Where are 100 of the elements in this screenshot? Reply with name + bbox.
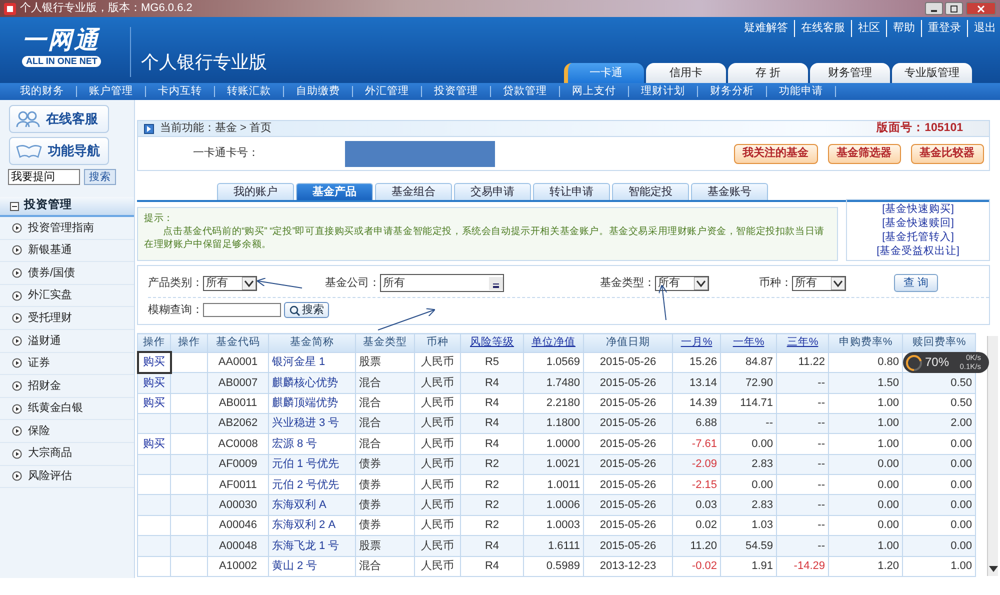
menu-item[interactable]: 账户管理 bbox=[77, 86, 146, 97]
header-link[interactable]: 在线客服 bbox=[801, 20, 845, 36]
arrow bbox=[256, 278, 302, 288]
header-tab[interactable]: 财务管理 bbox=[810, 63, 890, 83]
sidebar-item[interactable]: 债券/国债 bbox=[0, 262, 134, 285]
menu-item[interactable]: 网上支付 bbox=[560, 86, 629, 97]
logo: 一网通 bbox=[22, 29, 101, 53]
filter-label: 币种： bbox=[759, 276, 792, 291]
table-cell: -7.61 bbox=[672, 434, 720, 454]
table-cell: -- bbox=[776, 372, 828, 394]
query-button[interactable]: 查 询 bbox=[894, 274, 938, 292]
quick-link[interactable]: [基金快速购买] bbox=[882, 202, 954, 216]
table-cell: AB2062 bbox=[208, 413, 268, 434]
dropdown[interactable]: 所有 bbox=[203, 276, 257, 290]
action-button[interactable]: 基金筛选器 bbox=[828, 144, 900, 164]
sidebar-section-header[interactable]: 投资管理 bbox=[0, 197, 134, 217]
dropdown[interactable]: 所有 bbox=[380, 274, 504, 292]
table-cell: 麒麟顶端优势 bbox=[268, 393, 356, 414]
menu-item[interactable]: 贷款管理 bbox=[491, 86, 560, 97]
fund-tab[interactable]: 基金产品 bbox=[296, 183, 373, 200]
menu-item[interactable]: 我的财务 bbox=[8, 86, 77, 97]
table-cell: 1.0021 bbox=[524, 454, 584, 475]
header-tab[interactable]: 信用卡 bbox=[646, 63, 726, 83]
sidebar-item[interactable]: 新银基通 bbox=[0, 240, 134, 262]
column-header[interactable]: 风险等级 bbox=[460, 334, 524, 352]
header-link[interactable]: 帮助 bbox=[893, 20, 915, 36]
menu-item[interactable]: 外汇管理 bbox=[353, 86, 422, 97]
minimize-button[interactable] bbox=[924, 2, 942, 15]
table-cell: 0.00 bbox=[902, 434, 976, 454]
buy-link[interactable]: 购买 bbox=[143, 356, 165, 368]
table-cell: 混合 bbox=[356, 434, 414, 454]
sidebar-item[interactable]: 大宗商品 bbox=[0, 442, 134, 466]
menu-item[interactable]: 自助缴费 bbox=[284, 86, 353, 97]
action-button[interactable]: 基金比较器 bbox=[910, 144, 984, 164]
table-cell: 兴业稳进 3 号 bbox=[268, 413, 356, 434]
header-tab[interactable]: 存 折 bbox=[728, 63, 808, 83]
sidebar-item[interactable]: 受托理财 bbox=[0, 307, 134, 330]
sidebar-item[interactable]: 保险 bbox=[0, 420, 134, 443]
table-cell: 1.00 bbox=[902, 556, 976, 577]
menu-item[interactable]: 转账汇款 bbox=[215, 86, 284, 97]
sidebar-item[interactable]: 风险评估 bbox=[0, 466, 134, 488]
search-field[interactable]: 我要提问 bbox=[8, 169, 80, 185]
menu-item[interactable]: 理财计划 bbox=[629, 86, 698, 97]
quick-link[interactable]: [基金托管转入] bbox=[882, 230, 954, 244]
table-cell: 2015-05-26 bbox=[584, 393, 672, 414]
action-button[interactable]: 我关注的基金 bbox=[734, 144, 818, 164]
column-header[interactable]: 单位净值 bbox=[524, 334, 584, 352]
scrollbar[interactable] bbox=[987, 336, 998, 576]
caret-icon bbox=[831, 276, 845, 290]
column-header[interactable]: 一年% bbox=[720, 334, 776, 352]
close-button[interactable] bbox=[966, 2, 996, 15]
fund-tab[interactable]: 交易申请 bbox=[454, 183, 531, 200]
table-cell: A00030 bbox=[208, 494, 268, 516]
sidebar-item[interactable]: 溢财通 bbox=[0, 330, 134, 353]
table-cell: -- bbox=[776, 536, 828, 556]
fund-tab[interactable]: 基金账号 bbox=[691, 183, 768, 200]
sidebar-item[interactable]: 外汇实盘 bbox=[0, 284, 134, 308]
sidebar-button[interactable]: 在线客服 bbox=[9, 105, 109, 133]
menu-item[interactable]: 卡内互转 bbox=[146, 86, 215, 97]
sidebar-button[interactable]: 功能导航 bbox=[9, 137, 109, 165]
fuzzy-search-field[interactable] bbox=[203, 303, 281, 318]
fund-tab[interactable]: 智能定投 bbox=[612, 183, 689, 200]
header-link[interactable]: 社区 bbox=[858, 20, 880, 36]
sidebar-item[interactable]: 证券 bbox=[0, 352, 134, 376]
column-header[interactable]: 一月% bbox=[672, 334, 720, 352]
quick-link[interactable]: [基金快速赎回] bbox=[882, 216, 954, 230]
header-link[interactable]: 退出 bbox=[974, 20, 996, 36]
search-button[interactable]: 搜索 bbox=[84, 169, 116, 185]
quick-link[interactable]: [基金受益权出让] bbox=[876, 244, 960, 258]
table-cell: 6.88 bbox=[672, 413, 720, 434]
table-cell: 2.00 bbox=[902, 413, 976, 434]
table-cell: 人民币 bbox=[414, 454, 460, 475]
dropdown[interactable]: 所有 bbox=[792, 276, 846, 290]
caret-icon bbox=[242, 276, 256, 290]
column-header: 赎回费率% bbox=[902, 334, 976, 352]
menu-item[interactable]: 投资管理 bbox=[422, 86, 491, 97]
dropdown[interactable]: 所有 bbox=[655, 276, 709, 290]
sidebar-item[interactable]: 招财金 bbox=[0, 375, 134, 398]
table-cell: R4 bbox=[460, 393, 524, 414]
search-button[interactable]: 搜索 bbox=[284, 302, 329, 318]
card-number-label: 一卡通卡号： bbox=[193, 146, 259, 162]
table-cell: 2015-05-26 bbox=[584, 494, 672, 516]
sidebar-item[interactable]: 投资管理指南 bbox=[0, 217, 134, 240]
table-cell: 2015-05-26 bbox=[584, 434, 672, 454]
table-cell: 2.83 bbox=[720, 494, 776, 516]
column-header[interactable]: 三年% bbox=[776, 334, 828, 352]
table-cell: R4 bbox=[460, 372, 524, 394]
maximize-button[interactable] bbox=[945, 2, 964, 15]
fund-tab[interactable]: 我的账户 bbox=[217, 183, 294, 200]
table-cell: 0.03 bbox=[672, 494, 720, 516]
fund-tab[interactable]: 转让申请 bbox=[533, 183, 610, 200]
header-link[interactable]: 疑难解答 bbox=[744, 20, 788, 36]
logo-subtitle: ALL IN ONE NET bbox=[22, 56, 102, 67]
header-link[interactable]: 重登录 bbox=[928, 20, 961, 36]
fund-tab[interactable]: 基金组合 bbox=[375, 183, 452, 200]
menu-item[interactable]: 功能申请 bbox=[767, 86, 836, 97]
header-tab[interactable]: 专业版管理 bbox=[892, 63, 972, 83]
sidebar-item[interactable]: 纸黄金白银 bbox=[0, 398, 134, 420]
table-cell: 1.50 bbox=[828, 372, 902, 394]
menu-item[interactable]: 财务分析 bbox=[698, 86, 767, 97]
